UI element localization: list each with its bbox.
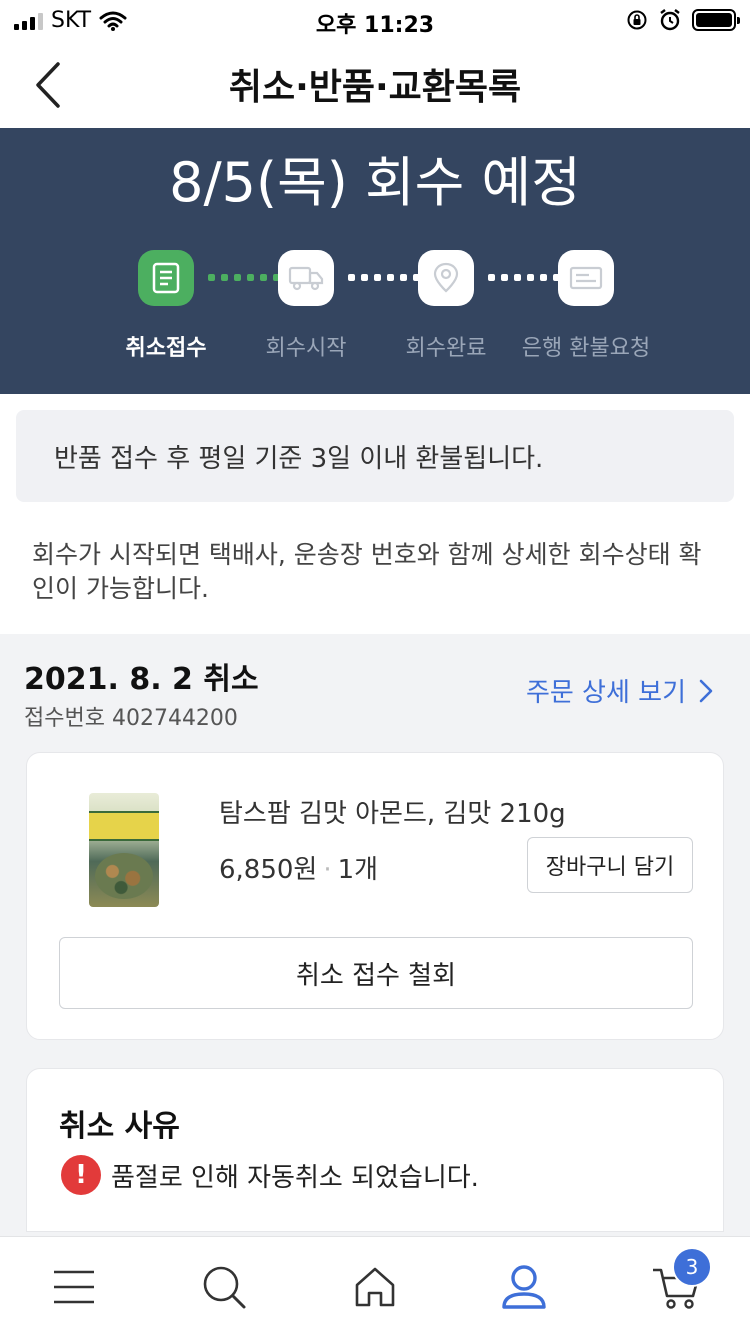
- step-label-received: 취소접수: [125, 336, 207, 361]
- step-connector: [488, 274, 560, 281]
- nav-home[interactable]: [345, 1257, 405, 1317]
- product-price: 6,850원: [219, 855, 318, 885]
- notice-section: 반품 접수 후 평일 기준 3일 이내 환불됩니다.: [0, 394, 750, 518]
- step-received: [138, 250, 194, 306]
- step-label-pickup-complete: 회수완료: [405, 336, 487, 361]
- step-pickup-start: [278, 250, 334, 306]
- cancel-reason-text: 품절로 인해 자동취소 되었습니다.: [111, 1162, 479, 1193]
- step-connector: [208, 274, 280, 281]
- add-to-cart-button[interactable]: 장바구니 담기: [527, 837, 693, 893]
- nav-cart[interactable]: 3: [646, 1247, 712, 1317]
- status-bar: SKT 오후 11:23: [0, 0, 750, 40]
- step-label-pickup-start: 회수시작: [265, 336, 347, 361]
- document-icon: [152, 262, 180, 294]
- nav-menu[interactable]: [44, 1257, 104, 1317]
- product-quantity: 1개: [337, 855, 379, 885]
- refund-notice: 반품 접수 후 평일 기준 3일 이내 환불됩니다.: [16, 410, 734, 502]
- app-header: 취소·반품·교환목록: [0, 40, 750, 128]
- product-image[interactable]: [89, 793, 159, 907]
- step-pickup-complete: [418, 250, 474, 306]
- user-icon: [502, 1265, 546, 1309]
- withdraw-cancel-button[interactable]: 취소 접수 철회: [59, 937, 693, 1009]
- truck-icon: [288, 266, 324, 291]
- menu-icon: [54, 1270, 94, 1304]
- rotation-lock-icon: [627, 10, 647, 30]
- cancel-reason-row: ! 품절로 인해 자동취소 되었습니다.: [61, 1155, 479, 1195]
- alarm-icon: [660, 9, 680, 31]
- pickup-info-text: 회수가 시작되면 택배사, 운송장 번호와 함께 상세한 회수상태 확인이 가능…: [0, 518, 750, 634]
- alert-icon: !: [61, 1155, 101, 1195]
- search-icon: [203, 1266, 246, 1309]
- page-title: 취소·반품·교환목록: [228, 67, 522, 108]
- product-name[interactable]: 탐스팜 김맛 아몬드, 김맛 210g: [219, 793, 566, 830]
- battery-icon: [692, 9, 740, 31]
- hero-title: 8/5(목) 회수 예정: [169, 151, 581, 214]
- order-detail-label: 주문 상세 보기: [525, 678, 686, 708]
- step-label-refund-request: 은행 환불요청: [521, 336, 651, 361]
- nav-my-page[interactable]: [494, 1257, 554, 1317]
- status-right: [626, 8, 740, 32]
- order-detail-link[interactable]: 주문 상세 보기: [526, 672, 714, 709]
- card-icon: [569, 266, 603, 290]
- chevron-right-icon: [699, 679, 713, 702]
- cart-count-badge: 3: [672, 1247, 712, 1287]
- order-item-card: 탐스팜 김맛 아몬드, 김맛 210g 6,850원 · 1개 장바구니 담기 취소…: [26, 752, 724, 1040]
- cancel-reason-card: 취소 사유 ! 품절로 인해 자동취소 되었습니다.: [26, 1068, 724, 1232]
- nav-search[interactable]: [194, 1257, 254, 1317]
- return-status-hero: 8/5(목) 회수 예정 취소접수 회수시작 회수완료 은행 환불요청: [0, 128, 750, 394]
- order-date: 2021. 8. 2 취소: [24, 662, 259, 697]
- location-pin-icon: [433, 262, 459, 293]
- home-icon: [355, 1267, 395, 1307]
- receipt-number: 접수번호 402744200: [24, 706, 238, 731]
- cancel-reason-title: 취소 사유: [59, 1109, 180, 1144]
- step-refund-request: [558, 250, 614, 306]
- product-price-row: 6,850원 · 1개: [219, 855, 379, 885]
- step-connector: [348, 274, 420, 281]
- bottom-nav: 3: [0, 1236, 750, 1334]
- progress-steps: 취소접수 회수시작 회수완료 은행 환불요청: [0, 250, 750, 370]
